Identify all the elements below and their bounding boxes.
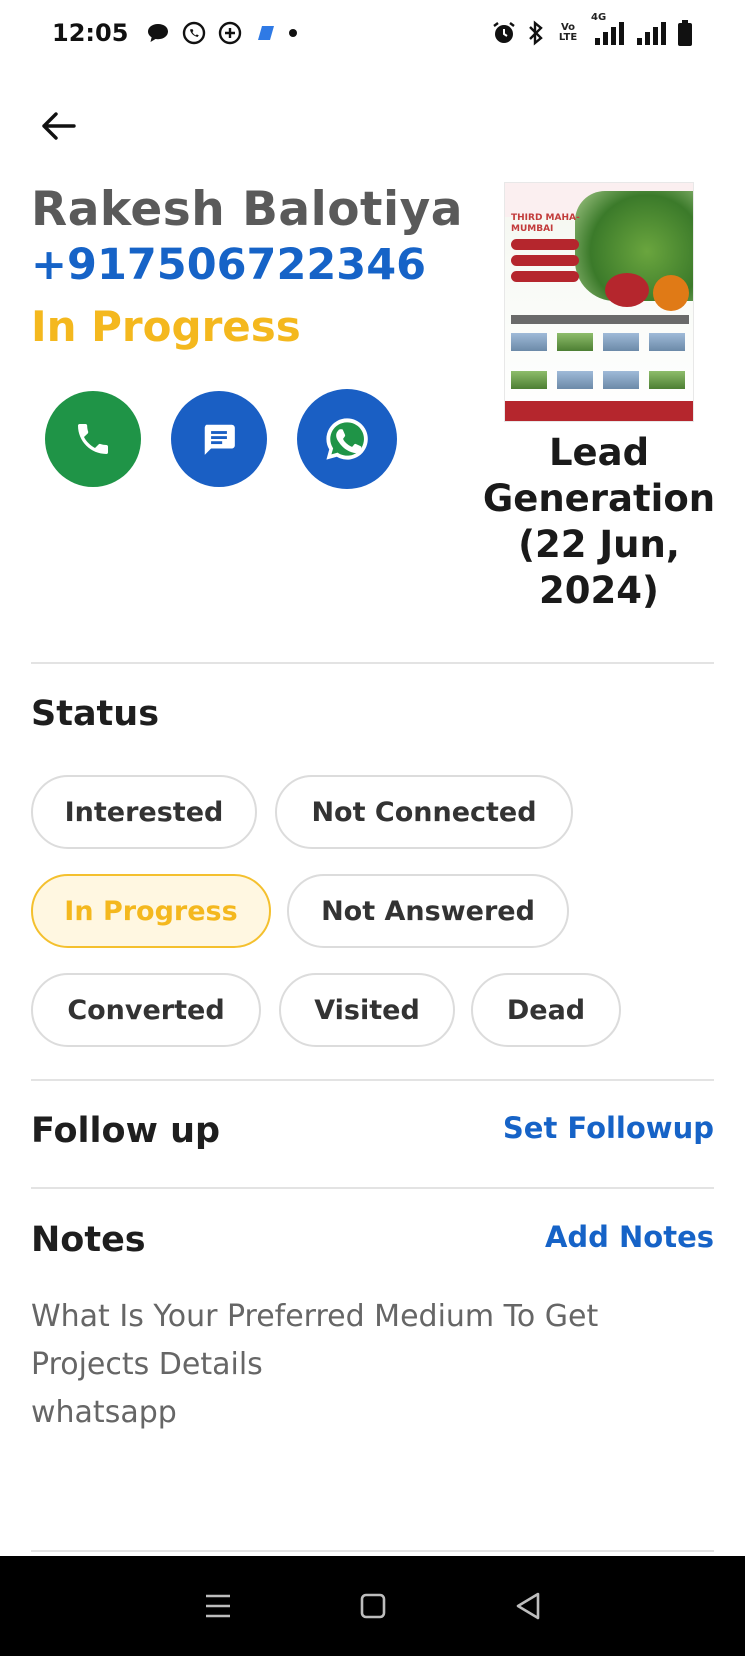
add-notes-link[interactable]: Add Notes <box>545 1220 714 1254</box>
flyer-price-badge <box>605 273 649 307</box>
status-chip-visited[interactable]: Visited <box>279 973 455 1047</box>
arrow-left-icon <box>42 112 76 140</box>
dot-icon <box>288 28 298 38</box>
system-back-button[interactable] <box>503 1581 553 1631</box>
flyer-thumbnail <box>603 371 639 389</box>
flyer-thumbnail <box>649 333 685 351</box>
flyer-offer-badge <box>653 275 689 311</box>
notes-section-title: Notes <box>31 1220 146 1260</box>
recent-apps-button[interactable] <box>193 1581 243 1631</box>
flyer-thumbnail <box>511 333 547 351</box>
status-section-title: Status <box>31 694 160 734</box>
home-button[interactable] <box>348 1581 398 1631</box>
followup-section-title: Follow up <box>31 1111 221 1151</box>
set-followup-link[interactable]: Set Followup <box>503 1111 714 1145</box>
signal-icon <box>635 20 667 46</box>
message-icon <box>204 424 235 455</box>
battery-icon <box>677 19 693 47</box>
lead-source-caption: Lead Generation (22 Jun, 2024) <box>482 431 716 612</box>
system-icons: Vo LTE 4G <box>491 12 693 47</box>
home-icon <box>360 1593 385 1619</box>
chat-bubble-icon <box>146 22 170 44</box>
menu-icon <box>205 1594 230 1618</box>
4g-signal-icon: 4G <box>591 12 625 46</box>
lead-name: Rakesh Balotiya <box>31 182 463 237</box>
volte-icon: Vo LTE <box>558 22 578 43</box>
flyer-footer <box>505 401 693 421</box>
divider <box>31 1550 714 1552</box>
status-chip-interested[interactable]: Interested <box>31 775 257 849</box>
flyer-thumbnail <box>649 371 685 389</box>
flyer-pill <box>511 239 579 250</box>
status-chip-dead[interactable]: Dead <box>471 973 621 1047</box>
back-triangle-icon <box>516 1592 539 1620</box>
status-chip-in-progress[interactable]: In Progress <box>31 874 271 948</box>
note-answer: whatsapp <box>31 1395 177 1430</box>
divider <box>31 662 714 664</box>
lead-source-flyer-image[interactable]: THIRD MAHA-MUMBAI <box>504 182 694 422</box>
status-time: 12:05 <box>52 19 129 47</box>
flyer-thumbnail <box>557 333 593 351</box>
alarm-icon <box>491 20 517 46</box>
message-button[interactable] <box>171 391 267 487</box>
flyer-title: THIRD MAHA-MUMBAI <box>511 213 580 234</box>
back-button[interactable] <box>36 104 80 148</box>
notification-icons <box>146 21 298 45</box>
lead-status: In Progress <box>31 302 301 351</box>
note-entry: What Is Your Preferred Medium To Get Pro… <box>31 1293 714 1437</box>
call-button[interactable] <box>45 391 141 487</box>
status-bar: 12:05 Vo LTE 4G <box>0 0 745 66</box>
whatsapp-icon <box>326 418 368 460</box>
whatsapp-button[interactable] <box>297 389 397 489</box>
status-chip-not-connected[interactable]: Not Connected <box>275 775 573 849</box>
status-chip-converted[interactable]: Converted <box>31 973 261 1047</box>
divider <box>31 1187 714 1189</box>
divider <box>31 1079 714 1081</box>
network-type-label: 4G <box>591 12 607 23</box>
flyer-pill <box>511 255 579 266</box>
lead-phone[interactable]: +917506722346 <box>31 240 426 290</box>
flyer-banner <box>511 315 689 324</box>
flyer-thumbnail <box>511 371 547 389</box>
note-question: What Is Your Preferred Medium To Get Pro… <box>31 1299 599 1382</box>
system-navigation-bar <box>0 1556 745 1656</box>
flyer-pill <box>511 271 579 282</box>
flyer-thumbnail <box>557 371 593 389</box>
sync-icon <box>218 21 242 45</box>
bluetooth-icon <box>527 20 545 46</box>
whatsapp-icon <box>182 21 206 45</box>
app-icon <box>254 22 276 44</box>
status-chip-not-answered[interactable]: Not Answered <box>287 874 569 948</box>
flyer-thumbnail <box>603 333 639 351</box>
phone-icon <box>78 424 108 454</box>
